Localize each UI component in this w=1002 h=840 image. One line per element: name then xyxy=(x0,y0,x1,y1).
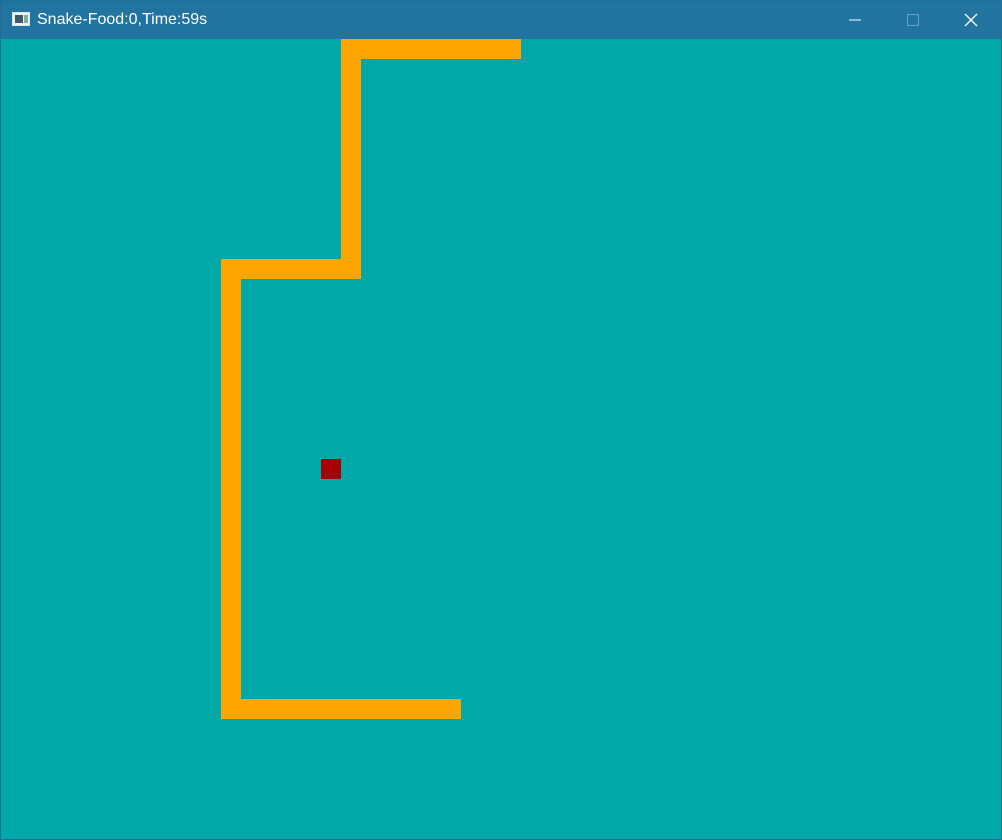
maximize-icon xyxy=(907,14,919,26)
snake-segment xyxy=(221,259,361,279)
app-window-icon xyxy=(12,12,30,26)
food-pellet xyxy=(321,459,341,479)
snake-segment xyxy=(341,39,361,279)
snake-segment xyxy=(341,39,521,59)
game-board xyxy=(1,39,1001,839)
title-bar[interactable]: Snake-Food:0,Time:59s xyxy=(1,1,1001,39)
maximize-button[interactable] xyxy=(884,1,942,39)
window-title: Snake-Food:0,Time:59s xyxy=(37,11,208,28)
close-icon xyxy=(964,13,978,27)
minimize-button[interactable] xyxy=(826,1,884,39)
game-window: Snake-Food:0,Time:59s xyxy=(0,0,1002,840)
snake-segment xyxy=(221,259,241,719)
snake-segment xyxy=(221,699,461,719)
minimize-icon xyxy=(849,19,861,21)
close-button[interactable] xyxy=(942,1,1000,39)
